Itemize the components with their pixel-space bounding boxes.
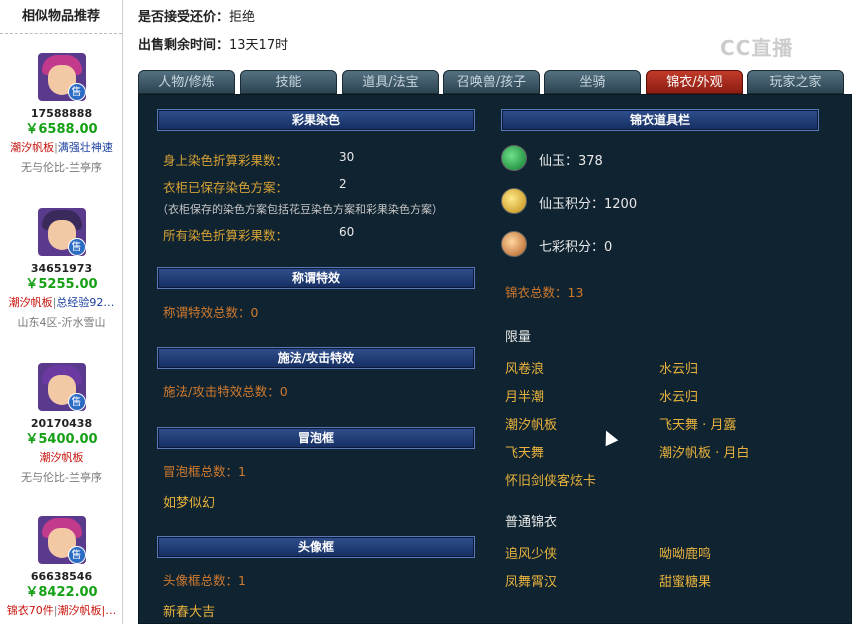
sale-info: 是否接受还价：拒绝 出售剩余时间：13天17时 [138, 0, 288, 56]
item-price: ￥6588.00 [25, 122, 98, 137]
sold-badge: 售 [67, 238, 86, 256]
item-id: 66638546 [30, 570, 93, 583]
item-price: ￥5400.00 [25, 432, 98, 447]
similar-item-card[interactable]: 售 34651973 ￥5255.00 潮汐帆板|总经验92… 山东4区-沂水雪… [0, 208, 123, 334]
normal-outfit: 甜蜜糖果 [659, 575, 712, 590]
sold-badge: 售 [67, 393, 86, 411]
remaining-time-value: 13天17时 [229, 38, 289, 53]
all-dye-value: 60 [339, 225, 355, 239]
accept-counteroffer-row: 是否接受还价：拒绝 [138, 0, 288, 28]
similar-items-sidebar: 相似物品推荐 售 17588888 ￥6588.00 潮汐帆板|满强壮神速 无与… [0, 0, 123, 624]
closet-dye-label: 衣柜已保存染色方案： [163, 180, 289, 195]
all-dye-label: 所有染色折算彩果数： [163, 228, 289, 243]
title-effect-header: 称谓特效 [157, 267, 475, 289]
normal-outfit-label: 普通锦衣 [505, 515, 558, 530]
limited-outfit: 怀旧剑侠客炫卡 [505, 474, 597, 489]
xianyu-points-value: 仙玉积分：1200 [539, 197, 638, 212]
xianyu-points-icon [501, 188, 527, 214]
item-tag[interactable]: 潮汐帆板 [9, 296, 53, 309]
bubble-frame-total: 冒泡框总数：1 [163, 464, 246, 479]
normal-outfit: 追风少侠 [505, 547, 558, 562]
outfits-panel: 彩果染色 身上染色折算彩果数： 30 衣柜已保存染色方案： 2 （衣柜保存的染色… [138, 94, 852, 624]
body-dye-value: 30 [339, 150, 355, 164]
item-tag[interactable]: 总经验92… [56, 296, 114, 309]
limited-outfit: 飞天舞 [505, 446, 545, 461]
limited-outfit: 潮汐帆板 · 月白 [659, 446, 750, 461]
item-server: 无与伦比-兰亭序 [21, 471, 102, 484]
accept-counteroffer-label: 是否接受还价： [138, 10, 230, 25]
similar-item-card[interactable]: 售 17588888 ￥6588.00 潮汐帆板|满强壮神速 无与伦比-兰亭序 [0, 53, 123, 179]
normal-outfit: 凤舞霄汉 [505, 575, 558, 590]
tab-character[interactable]: 人物/修炼 [138, 70, 235, 94]
tab-skills[interactable]: 技能 [240, 70, 337, 94]
limited-outfit: 飞天舞 · 月露 [659, 418, 737, 433]
dye-note: （衣柜保存的染色方案包括花豆染色方案和彩果染色方案） [157, 203, 443, 216]
body-dye-label: 身上染色折算彩果数： [163, 153, 289, 168]
item-tag[interactable]: 潮汐帆板|… [58, 604, 117, 617]
bubble-frame-header: 冒泡框 [157, 427, 475, 449]
sidebar-title: 相似物品推荐 [0, 0, 122, 34]
remaining-time-label: 出售剩余时间： [138, 38, 230, 53]
similar-item-card[interactable]: 售 66638546 ￥8422.00 锦衣70件|潮汐帆板|… [0, 516, 123, 620]
accept-counteroffer-value: 拒绝 [229, 10, 256, 25]
sold-badge: 售 [67, 546, 86, 564]
tab-outfits[interactable]: 锦衣/外观 [646, 70, 743, 94]
tab-bar: 人物/修炼 技能 道具/法宝 召唤兽/孩子 坐骑 锦衣/外观 玩家之家 [138, 70, 852, 94]
item-id: 17588888 [30, 107, 93, 120]
item-tags: 潮汐帆板|总经验92… [8, 296, 115, 309]
item-server: 无与伦比-兰亭序 [21, 161, 102, 174]
spell-effect-total: 施法/攻击特效总数：0 [163, 384, 288, 399]
item-tag[interactable]: 锦衣70件 [7, 604, 54, 617]
avatar-frame-total: 头像框总数：1 [163, 573, 246, 588]
item-id: 20170438 [30, 417, 93, 430]
closet-dye-value: 2 [339, 177, 347, 191]
character-avatar[interactable]: 售 [37, 516, 86, 564]
avatar-frame-header: 头像框 [157, 536, 475, 558]
dye-section-header: 彩果染色 [157, 109, 475, 131]
item-tags: 锦衣70件|潮汐帆板|… [6, 604, 117, 617]
cc-live-watermark: CC直播 [720, 36, 794, 60]
limited-outfit: 潮汐帆板 [505, 418, 558, 433]
tab-player-home[interactable]: 玩家之家 [747, 70, 844, 94]
title-effect-total: 称谓特效总数：0 [163, 305, 259, 320]
item-tags: 潮汐帆板|满强壮神速 [10, 141, 113, 154]
item-server: 山东4区-沂水雪山 [17, 316, 106, 329]
item-tag[interactable]: 潮汐帆板 [40, 451, 84, 464]
tab-mounts[interactable]: 坐骑 [544, 70, 641, 94]
limited-outfit: 风卷浪 [505, 362, 545, 377]
item-tag[interactable]: 满强壮神速 [58, 141, 113, 154]
qicai-points-value: 七彩积分：0 [539, 240, 613, 255]
limited-outfit: 水云归 [659, 390, 699, 405]
outfit-total: 锦衣总数：13 [505, 285, 584, 300]
xianyu-value: 仙玉：378 [539, 154, 603, 169]
character-avatar[interactable]: 售 [37, 208, 86, 256]
item-id: 34651973 [30, 262, 93, 275]
item-tag[interactable]: 潮汐帆板 [10, 141, 54, 154]
normal-outfit: 呦呦鹿鸣 [659, 547, 712, 562]
bubble-frame-item: 如梦似幻 [163, 496, 216, 511]
item-price: ￥5255.00 [25, 277, 98, 292]
limited-outfit: 水云归 [659, 362, 699, 377]
similar-item-card[interactable]: 售 20170438 ￥5400.00 潮汐帆板 无与伦比-兰亭序 [0, 363, 123, 489]
qicai-points-icon [501, 231, 527, 257]
tab-items[interactable]: 道具/法宝 [342, 70, 439, 94]
limited-outfit: 月半潮 [505, 390, 545, 405]
character-avatar[interactable]: 售 [37, 53, 86, 101]
limited-label: 限量 [505, 330, 532, 345]
avatar-frame-item: 新春大吉 [163, 605, 216, 620]
xianyu-icon [501, 145, 527, 171]
item-price: ￥8422.00 [25, 585, 98, 600]
tab-summons[interactable]: 召唤兽/孩子 [443, 70, 540, 94]
outfit-props-header: 锦衣道具栏 [501, 109, 819, 131]
item-tags: 潮汐帆板 [0, 449, 123, 467]
sold-badge: 售 [67, 83, 86, 101]
character-avatar[interactable]: 售 [37, 363, 86, 411]
remaining-time-row: 出售剩余时间：13天17时 [138, 28, 288, 56]
spell-effect-header: 施法/攻击特效 [157, 347, 475, 369]
